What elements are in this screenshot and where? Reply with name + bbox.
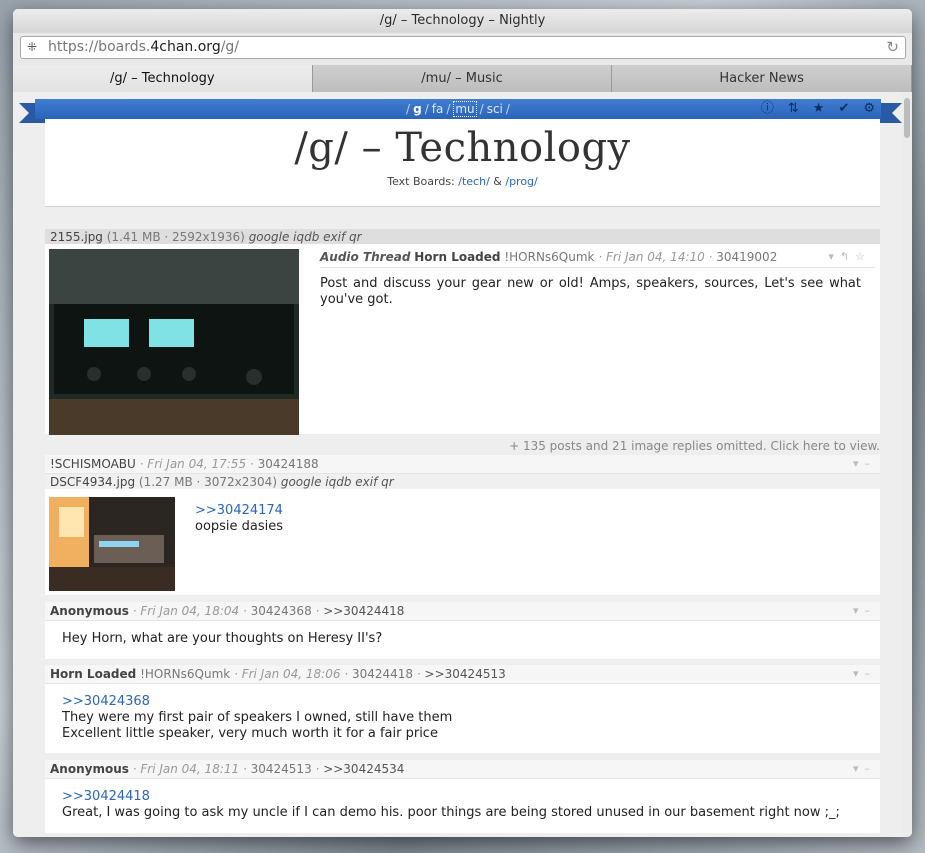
site-identity-icon[interactable]: ⁜ <box>27 40 41 54</box>
post-id[interactable]: 30424368 <box>251 604 312 618</box>
post-comment: Hey Horn, what are your thoughts on Here… <box>62 631 383 646</box>
link-tech[interactable]: /tech/ <box>458 175 490 188</box>
backlink[interactable]: >>30424513 <box>425 667 506 681</box>
reply-header: Anonymous · Fri Jan 04, 18:11 · 30424513… <box>45 760 880 779</box>
scrollbar[interactable] <box>902 92 912 837</box>
reply-header: !SCHISMOABU · Fri Jan 04, 17:55 · 304241… <box>45 455 880 474</box>
file-name[interactable]: DSCF4934.jpg <box>50 475 135 489</box>
image-search-links[interactable]: google iqdb exif qr <box>281 475 394 489</box>
post-date: Fri Jan 04, 18:11 <box>140 762 240 776</box>
tab-music[interactable]: /mu/ – Music <box>312 65 613 92</box>
check-icon[interactable]: ✔ <box>838 99 849 119</box>
reload-icon[interactable]: ↻ <box>886 37 899 58</box>
tab-technology[interactable]: /g/ – Technology <box>13 65 313 92</box>
reply-post: Horn Loaded !HORNs6Qumk · Fri Jan 04, 18… <box>45 665 880 753</box>
star-icon[interactable]: ★ <box>813 99 825 119</box>
reply-header: Anonymous · Fri Jan 04, 18:04 · 30424368… <box>45 602 880 621</box>
tab-strip: /g/ – Technology /mu/ – Music Hacker New… <box>13 65 912 92</box>
post-controls[interactable]: ▾– <box>853 455 876 473</box>
window-title: /g/ – Technology – Nightly <box>13 9 912 33</box>
info-icon[interactable]: ⓘ <box>761 99 774 119</box>
post-id[interactable]: 30424513 <box>251 762 312 776</box>
tripcode: !HORNs6Qumk <box>504 250 595 264</box>
post-controls[interactable]: ▾↰☆ <box>828 250 871 263</box>
op-post: 2155.jpg (1.41 MB · 2592x1936) google iq… <box>45 229 880 435</box>
quote-link[interactable]: >>30424368 <box>62 694 863 710</box>
post-date: Fri Jan 04, 14:10 <box>605 250 705 264</box>
file-info: 2155.jpg (1.41 MB · 2592x1936) google iq… <box>45 229 880 244</box>
reply-post: Anonymous · Fri Jan 04, 18:11 · 30424513… <box>45 760 880 833</box>
poster-name: Horn Loaded <box>50 667 137 681</box>
poster-name: Horn Loaded <box>414 250 501 264</box>
nav-icons: ⓘ ⇅ ★ ✔ ⚙ <box>761 99 875 119</box>
post-id[interactable]: 30419002 <box>716 250 777 264</box>
page-title: /g/ – Technology <box>294 125 631 171</box>
file-info: DSCF4934.jpg (1.27 MB · 3072x2304) googl… <box>45 474 880 489</box>
tripcode: !HORNs6Qumk <box>140 667 231 681</box>
post-date: Fri Jan 04, 18:06 <box>241 667 341 681</box>
poster-name: Anonymous <box>50 604 129 618</box>
post-controls[interactable]: ▾– <box>853 665 876 683</box>
backlink[interactable]: >>30424418 <box>323 604 404 618</box>
poster-name: !SCHISMOABU <box>50 457 136 471</box>
post-comment: >>30424418 Great, I was going to ask my … <box>45 779 880 833</box>
gear-icon[interactable]: ⚙ <box>863 99 875 119</box>
op-thumbnail[interactable] <box>49 249 299 435</box>
post-id[interactable]: 30424188 <box>258 457 319 471</box>
file-name[interactable]: 2155.jpg <box>50 230 103 244</box>
post-id[interactable]: 30424418 <box>352 667 413 681</box>
board-header: /g/ – Technology Text Boards: /tech/ & /… <box>45 119 880 207</box>
image-search-links[interactable]: google iqdb exif qr <box>249 230 362 244</box>
nav-board-g[interactable]: g <box>413 102 422 116</box>
address-bar[interactable]: ⁜ https://boards.4chan.org/g/ ↻ <box>20 36 906 59</box>
link-prog[interactable]: /prog/ <box>505 175 537 188</box>
page-content: / g / fa / mu / sci / ⓘ ⇅ ★ ✔ ⚙ /g/ – Technology… <box>13 92 912 837</box>
post-date: Fri Jan 04, 17:55 <box>147 457 247 471</box>
reply-post: Anonymous · Fri Jan 04, 18:04 · 30424368… <box>45 602 880 659</box>
post-comment: >>30424368 They were my first pair of sp… <box>45 684 880 754</box>
reply-header: Horn Loaded !HORNs6Qumk · Fri Jan 04, 18… <box>45 665 880 684</box>
scrollbar-thumb[interactable] <box>904 98 910 138</box>
reply-thumbnail[interactable] <box>49 497 175 591</box>
board-nav-bar: / g / fa / mu / sci / ⓘ ⇅ ★ ✔ ⚙ <box>35 99 881 119</box>
op-header: Audio Thread Horn Loaded !HORNs6Qumk · F… <box>320 250 875 268</box>
omitted-notice[interactable]: + 135 posts and 21 image replies omitted… <box>45 439 880 453</box>
tab-hacker-news[interactable]: Hacker News <box>612 65 912 92</box>
quote-link[interactable]: >>30424174 <box>195 503 283 519</box>
post-comment: Post and discuss your gear new or old! A… <box>320 276 861 307</box>
text-boards: Text Boards: /tech/ & /prog/ <box>387 175 538 188</box>
post-controls[interactable]: ▾– <box>853 760 876 778</box>
nav-board-sci[interactable]: sci <box>487 102 503 116</box>
poster-name: Anonymous <box>50 762 129 776</box>
post-date: Fri Jan 04, 18:04 <box>140 604 240 618</box>
url-text: https://boards.4chan.org/g/ <box>48 39 240 55</box>
quote-link[interactable]: >>30424418 <box>62 789 863 805</box>
nav-board-fa[interactable]: fa <box>432 102 444 116</box>
post-comment: >>30424174 oopsie dasies <box>195 503 284 534</box>
backlink[interactable]: >>30424534 <box>323 762 404 776</box>
post-subject: Audio Thread <box>320 250 411 264</box>
browser-window: /g/ – Technology – Nightly ⁜ https://boa… <box>13 9 912 837</box>
sort-icon[interactable]: ⇅ <box>788 99 799 119</box>
post-controls[interactable]: ▾– <box>853 602 876 620</box>
nav-board-mu[interactable]: mu <box>453 101 477 117</box>
reply-post: !SCHISMOABU · Fri Jan 04, 17:55 · 304241… <box>45 455 880 595</box>
